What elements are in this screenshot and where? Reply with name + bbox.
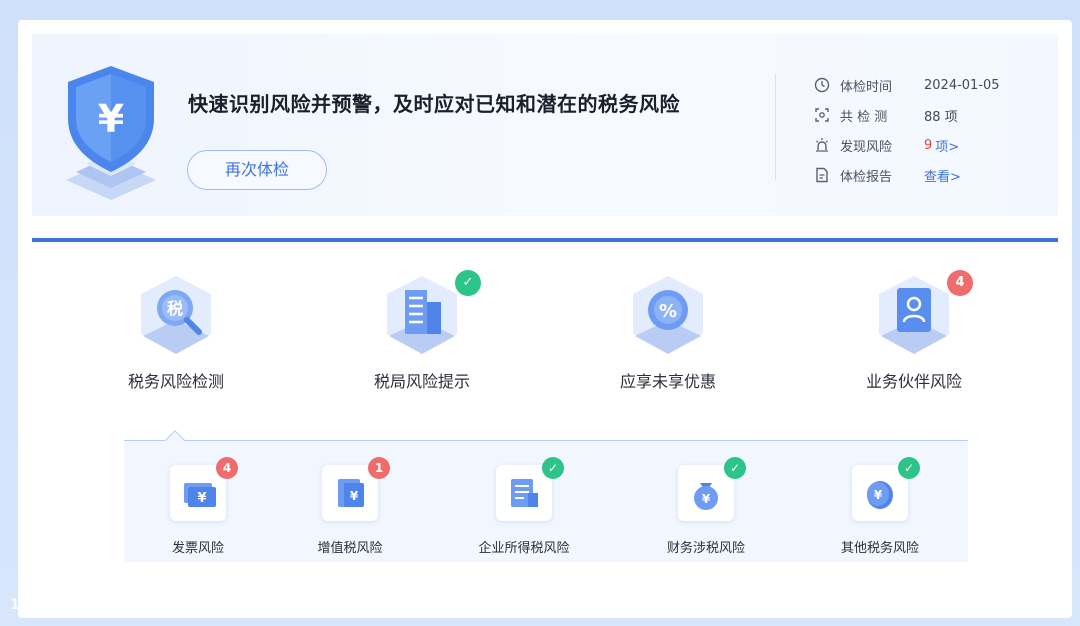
finance-bag-icon: ¥ ✓ (678, 457, 746, 521)
clock-icon (812, 75, 832, 95)
invoice-yen-icon: ¥ 4 (170, 457, 238, 521)
subcategory-invoice-risk[interactable]: ¥ 4 发票风险 (128, 457, 268, 556)
risk-items-link[interactable]: 项> (935, 136, 959, 155)
check-time-label: 体检时间 (840, 79, 893, 95)
risk-label: 发现风险 (840, 139, 893, 155)
info-report: 体检报告 查看> (812, 164, 961, 186)
invoice-risk-count-badge: 4 (216, 457, 238, 479)
subcategory-vat-risk[interactable]: ¥ 1 增值税风险 (280, 457, 420, 556)
page-headline: 快速识别风险并预警，及时应对已知和潜在的税务风险 (188, 92, 680, 116)
category-label: 业务伙伴风险 (865, 372, 962, 391)
subcategory-other-risk[interactable]: ¥ ✓ 其他税务风险 (810, 457, 950, 556)
subcategory-corporate-tax-risk[interactable]: ✓ 企业所得税风险 (454, 457, 594, 556)
corporate-tax-document-icon: ✓ (496, 457, 564, 521)
category-label: 税局风险提示 (373, 372, 470, 391)
watermark: 1%0 大数跨境 (10, 592, 120, 618)
subcategory-finance-risk[interactable]: ¥ ✓ 财务涉税风险 (636, 457, 776, 556)
tax-magnifier-icon: 税 (131, 272, 221, 362)
header-divider (775, 74, 776, 180)
recheck-button[interactable]: 再次体检 (187, 150, 327, 190)
svg-text:¥: ¥ (702, 492, 711, 506)
report-label: 体检报告 (840, 169, 893, 185)
partner-risk-count-badge: 4 (947, 270, 973, 296)
category-tax-risk-detection[interactable]: 税 税务风险检测 (76, 272, 276, 392)
shield-yen-icon: ¥ (66, 66, 156, 200)
check-badge-icon: ✓ (455, 270, 481, 296)
category-tax-bureau-alerts[interactable]: ✓ 税局风险提示 (322, 270, 522, 392)
watermark-logo: 1%0 (10, 597, 44, 613)
info-risk: 发现风险 9 项> (812, 134, 959, 156)
subcategory-label: 发票风险 (171, 541, 224, 556)
shield-yen-glyph: ¥ (98, 97, 124, 141)
info-total: 共 检 测 88 项 (812, 104, 958, 126)
check-time-value: 2024-01-05 (924, 77, 1000, 93)
tax-char-glyph: 税 (167, 299, 183, 318)
category-label: 税务风险检测 (127, 372, 224, 391)
alarm-icon (812, 135, 832, 155)
svg-text:¥: ¥ (197, 491, 206, 506)
vat-document-icon: ¥ 1 (322, 457, 390, 521)
subcategory-label: 增值税风险 (317, 541, 383, 556)
watermark-text: 大数跨境 (47, 596, 120, 617)
check-badge-icon: ✓ (898, 457, 920, 479)
risk-count: 9 (924, 137, 933, 153)
discount-percent-icon: % (623, 272, 713, 362)
total-value: 88 项 (924, 109, 958, 125)
report-icon (812, 165, 832, 185)
tax-bureau-building-icon: ✓ (377, 270, 481, 362)
svg-text:¥: ¥ (350, 489, 359, 503)
category-partner-risk[interactable]: 4 业务伙伴风险 (814, 270, 1014, 392)
subcategory-label: 财务涉税风险 (666, 541, 745, 556)
info-check-time: 体检时间 2024-01-05 (812, 74, 1000, 96)
vat-risk-count-badge: 1 (368, 457, 390, 479)
other-coin-icon: ¥ ✓ (852, 457, 920, 521)
category-unclaimed-benefits[interactable]: % 应享未享优惠 (568, 272, 768, 392)
header-accent-bar (32, 238, 1058, 242)
total-label: 共 检 测 (840, 109, 888, 125)
view-report-link[interactable]: 查看> (924, 166, 961, 185)
svg-text:¥: ¥ (874, 488, 883, 502)
check-badge-icon: ✓ (724, 457, 746, 479)
partner-person-icon: 4 (869, 270, 973, 362)
check-badge-icon: ✓ (542, 457, 564, 479)
subcategory-label: 其他税务风险 (840, 541, 919, 556)
category-label: 应享未享优惠 (619, 372, 716, 391)
scan-icon (812, 105, 832, 125)
percent-glyph: % (659, 301, 677, 322)
subcategory-label: 企业所得税风险 (478, 541, 570, 556)
